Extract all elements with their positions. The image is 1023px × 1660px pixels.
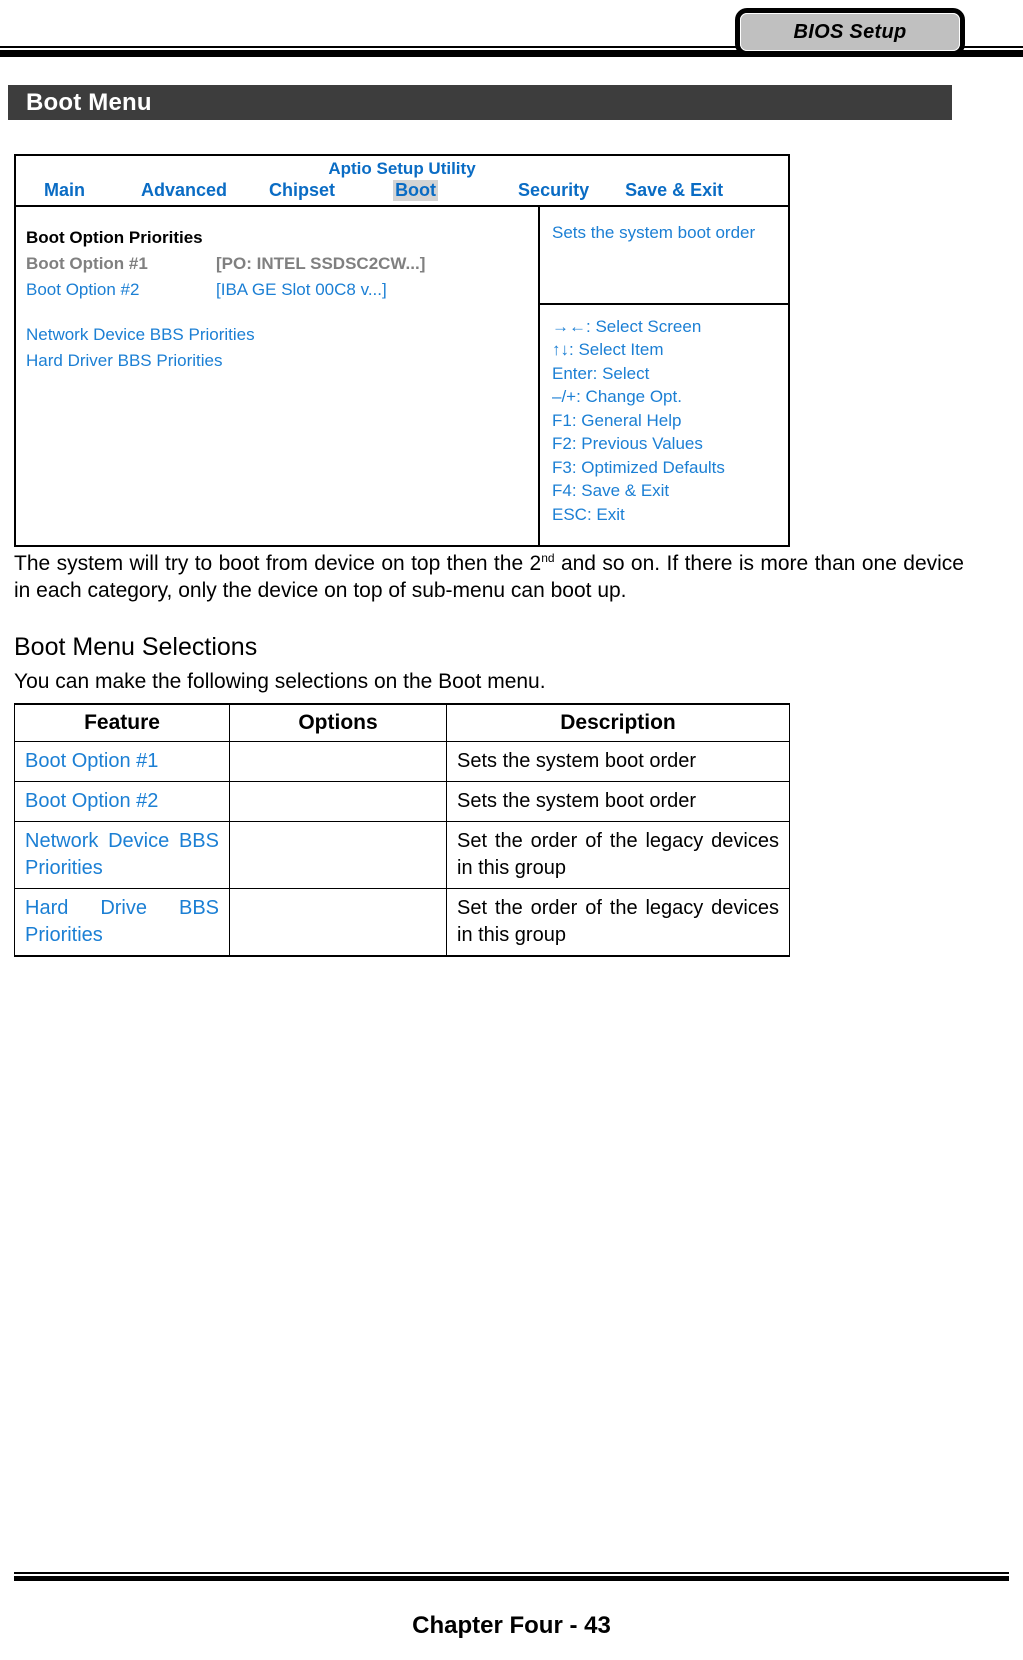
bios-help-description: Sets the system boot order xyxy=(540,207,788,305)
bios-body: Boot Option Priorities Boot Option #1 [P… xyxy=(16,207,788,545)
bios-setup-tab-inner: BIOS Setup xyxy=(740,13,960,51)
row-options xyxy=(229,820,447,889)
row-description: Sets the system boot order xyxy=(446,740,790,782)
table-row: Network Device BBS Priorities Set the or… xyxy=(14,820,790,889)
help-key-f1-general-help: F1: General Help xyxy=(552,410,682,430)
bios-tab-chipset[interactable]: Chipset xyxy=(267,180,337,201)
table-row: Hard Drive BBS Priorities Set the order … xyxy=(14,887,790,957)
row-feature: Boot Option #1 xyxy=(14,740,230,782)
column-header-description: Description xyxy=(446,702,790,742)
bios-tab-main[interactable]: Main xyxy=(42,180,87,201)
bios-tab-advanced[interactable]: Advanced xyxy=(139,180,229,201)
boot-option-1-label: Boot Option #1 xyxy=(26,253,148,273)
boot-menu-selections-heading: Boot Menu Selections xyxy=(14,632,258,661)
bios-setup-tab: BIOS Setup xyxy=(735,8,965,56)
bios-setup-tab-label: BIOS Setup xyxy=(793,20,907,43)
boot-option-1-value: [PO: INTEL SSDSC2CW...] xyxy=(216,253,426,273)
boot-option-priorities-heading: Boot Option Priorities xyxy=(26,228,203,247)
boot-menu-selections-intro: You can make the following selections on… xyxy=(14,669,546,693)
boot-menu-selections-table: Feature Options Description Boot Option … xyxy=(14,702,790,957)
bios-tab-boot[interactable]: Boot xyxy=(393,180,439,201)
bios-tab-security[interactable]: Security xyxy=(516,180,591,201)
boot-order-paragraph: The system will try to boot from device … xyxy=(14,551,964,605)
ordinal-superscript: nd xyxy=(541,551,555,565)
help-key-enter-select: Enter: Select xyxy=(552,363,650,383)
table-row: Boot Option #2 Sets the system boot orde… xyxy=(14,780,790,822)
help-key-esc-exit: ESC: Exit xyxy=(552,504,625,524)
bios-help-keys: →←: Select Screen ↑↓: Select Item Enter:… xyxy=(540,305,788,538)
page-footer: Chapter Four - 43 xyxy=(0,1564,1023,1660)
row-feature: Hard Drive BBS Priorities xyxy=(14,887,230,957)
bios-menu-bar: Aptio Setup Utility Main Advanced Chipse… xyxy=(16,156,788,207)
page-title: Boot Menu xyxy=(26,88,152,116)
help-key-change-opt: –/+: Change Opt. xyxy=(552,387,682,407)
row-options xyxy=(229,780,447,822)
hard-driver-bbs-priorities-link[interactable]: Hard Driver BBS Priorities xyxy=(26,348,538,374)
options-spacer xyxy=(26,302,538,322)
help-key-f2-previous-values: F2: Previous Values xyxy=(552,434,703,454)
column-header-feature: Feature xyxy=(14,702,230,742)
boot-option-2-label: Boot Option #2 xyxy=(26,279,140,299)
bios-screen: Aptio Setup Utility Main Advanced Chipse… xyxy=(14,154,790,547)
bios-options-panel: Boot Option Priorities Boot Option #1 [P… xyxy=(16,207,540,545)
row-description: Set the order of the legacy devices in t… xyxy=(446,887,790,957)
row-description: Sets the system boot order xyxy=(446,780,790,822)
bios-tab-save-and-exit[interactable]: Save & Exit xyxy=(623,180,725,201)
help-key-f3-optimized-defaults: F3: Optimized Defaults xyxy=(552,457,725,477)
row-feature: Boot Option #2 xyxy=(14,780,230,822)
section-title-bar: Boot Menu xyxy=(8,85,952,120)
table-header-row: Feature Options Description xyxy=(14,702,790,742)
table-row: Boot Option #1 Sets the system boot orde… xyxy=(14,740,790,782)
boot-option-1-row[interactable]: Boot Option #1 [PO: INTEL SSDSC2CW...] xyxy=(26,251,538,277)
footer-page-label: Chapter Four - 43 xyxy=(412,1612,611,1639)
column-header-options: Options xyxy=(229,702,447,742)
bios-help-panel: Sets the system boot order →←: Select Sc… xyxy=(540,207,788,545)
help-key-f4-save-and-exit: F4: Save & Exit xyxy=(552,481,670,501)
bios-utility-title: Aptio Setup Utility xyxy=(328,159,476,178)
footer-divider xyxy=(14,1572,1009,1581)
boot-option-2-row[interactable]: Boot Option #2 [IBA GE Slot 00C8 v...] xyxy=(26,277,538,303)
row-description: Set the order of the legacy devices in t… xyxy=(446,820,790,889)
row-feature: Network Device BBS Priorities xyxy=(14,820,230,889)
boot-option-2-value: [IBA GE Slot 00C8 v...] xyxy=(216,279,387,299)
network-device-bbs-priorities-link[interactable]: Network Device BBS Priorities xyxy=(26,322,538,348)
row-options xyxy=(229,887,447,957)
page-header: BIOS Setup xyxy=(0,0,1023,76)
bios-tab-strip: Main Advanced Chipset Boot Security Save… xyxy=(16,180,788,201)
help-key-select-screen: →←: Select Screen xyxy=(552,317,702,336)
row-options xyxy=(229,740,447,782)
paragraph-text-part1: The system will try to boot from device … xyxy=(14,552,542,575)
help-key-select-item: ↑↓: Select Item xyxy=(552,340,664,360)
